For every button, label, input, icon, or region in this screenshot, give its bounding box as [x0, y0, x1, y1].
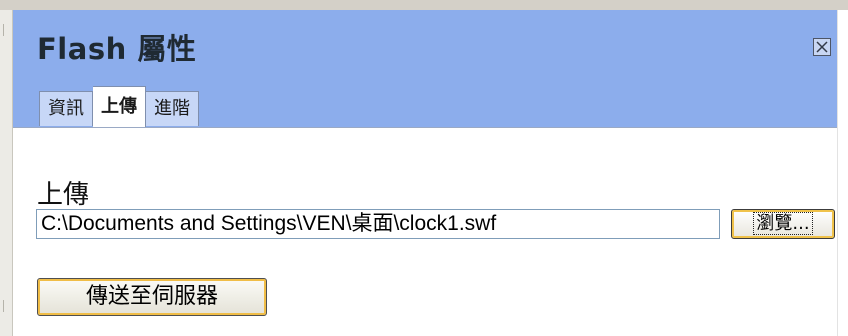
file-path-input[interactable]: C:\Documents and Settings\VEN\桌面\clock1.… — [36, 209, 720, 239]
flash-properties-dialog: Flash 屬性 資訊 上傳 進階 上傳 C:\Documents and Se… — [13, 10, 837, 336]
close-icon[interactable] — [813, 38, 831, 56]
window-top-edge — [0, 0, 848, 10]
left-panel-edge — [0, 10, 13, 336]
resize-grip — [3, 300, 8, 312]
dialog-title: Flash 屬性 — [37, 32, 197, 66]
tab-info[interactable]: 資訊 — [39, 91, 93, 126]
right-edge — [837, 10, 848, 336]
upload-panel: 上傳 C:\Documents and Settings\VEN\桌面\cloc… — [13, 128, 837, 336]
resize-grip — [3, 24, 8, 36]
tab-upload[interactable]: 上傳 — [93, 86, 146, 127]
tab-bar: 資訊 上傳 進階 — [39, 86, 199, 127]
tab-advanced[interactable]: 進階 — [146, 91, 199, 126]
browse-button-label: 瀏覽... — [753, 212, 813, 235]
browse-button[interactable]: 瀏覽... — [731, 209, 835, 239]
send-to-server-button[interactable]: 傳送至伺服器 — [37, 278, 267, 316]
dialog-header: Flash 屬性 資訊 上傳 進階 — [13, 10, 837, 128]
upload-section-label: 上傳 — [37, 180, 90, 210]
